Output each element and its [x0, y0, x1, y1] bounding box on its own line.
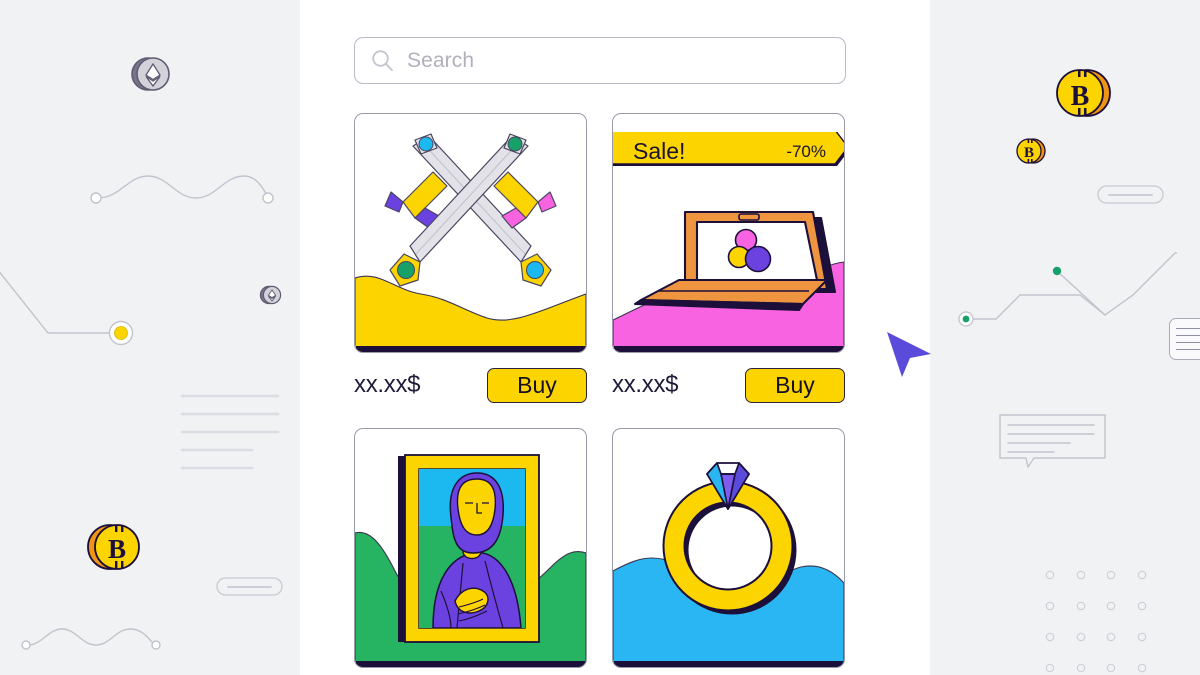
search-input[interactable]: Search — [354, 37, 846, 84]
mona-lisa-painting-illustration — [355, 454, 586, 667]
product-meta-row: xx.xx$ Buy — [354, 367, 587, 403]
speech-bubble-icon — [999, 414, 1106, 468]
product-price: xx.xx$ — [354, 371, 421, 398]
search-placeholder-text: Search — [407, 48, 475, 72]
line-chart-green-nodes — [958, 252, 1200, 327]
mouse-pointer-icon — [887, 332, 931, 377]
svg-text:B: B — [1071, 81, 1090, 112]
dot-grid — [1045, 570, 1147, 673]
pill-button-outline-left — [216, 577, 283, 596]
product-card-laptop[interactable]: Sale! -70% xx.xx$ Buy — [612, 113, 845, 403]
bitcoin-coin-small-right: B — [1016, 138, 1046, 164]
screen-root: B B B Search xx.xx$ Buy Sale! -70% xx.xx… — [0, 0, 1200, 675]
product-price: xx.xx$ — [612, 371, 679, 398]
svg-text:B: B — [1024, 145, 1034, 161]
product-grid: xx.xx$ Buy Sale! -70% xx.xx$ Buy — [354, 113, 854, 668]
wavy-line-bottom — [21, 628, 161, 650]
card-base-shadow — [356, 661, 586, 667]
line-chart-yellow-node — [0, 271, 134, 346]
card-base-shadow — [356, 346, 586, 352]
sale-badge-label: Sale! — [633, 138, 686, 164]
svg-text:B: B — [108, 534, 126, 564]
scrollbar-thumb[interactable] — [1169, 318, 1200, 360]
pill-button-outline-right — [1097, 185, 1164, 204]
text-placeholder-lines — [180, 394, 280, 470]
product-thumbnail[interactable]: Sale! -70% — [612, 113, 845, 353]
product-thumbnail[interactable] — [612, 428, 845, 668]
ethereum-coin-large — [131, 57, 170, 91]
diamond-ring-illustration — [613, 462, 844, 667]
ethereum-coin-small — [259, 285, 282, 305]
product-card-mona-lisa[interactable] — [354, 428, 587, 668]
buy-button[interactable]: Buy — [745, 367, 845, 403]
bitcoin-coin-left: B — [87, 524, 140, 570]
card-base-shadow — [614, 661, 844, 667]
product-card-crossed-swords[interactable]: xx.xx$ Buy — [354, 113, 587, 403]
wavy-line-with-endpoints — [90, 175, 274, 204]
product-meta-row: xx.xx$ Buy — [612, 367, 845, 403]
card-base-shadow — [614, 346, 844, 352]
product-card-diamond-ring[interactable] — [612, 428, 845, 668]
buy-button[interactable]: Buy — [487, 367, 587, 403]
sale-badge: Sale! -70% — [613, 129, 844, 168]
sale-badge-discount: -70% — [786, 142, 826, 161]
bitcoin-coin-large-right: B — [1056, 69, 1111, 117]
product-thumbnail[interactable] — [354, 113, 587, 353]
search-icon — [372, 50, 393, 72]
marketplace-panel: Search xx.xx$ Buy Sale! -70% xx.xx$ Buy — [300, 0, 1200, 675]
product-thumbnail[interactable] — [354, 428, 587, 668]
crossed-swords-illustration — [355, 133, 586, 352]
